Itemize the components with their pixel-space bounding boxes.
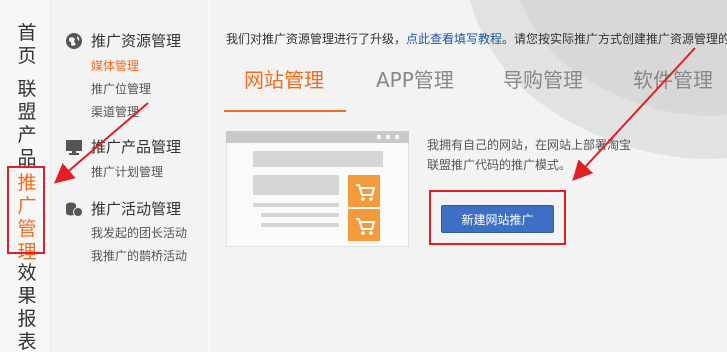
arrow-to-nav — [53, 102, 149, 184]
annotation-arrows — [53, 47, 696, 184]
arrow-to-button — [572, 47, 696, 181]
